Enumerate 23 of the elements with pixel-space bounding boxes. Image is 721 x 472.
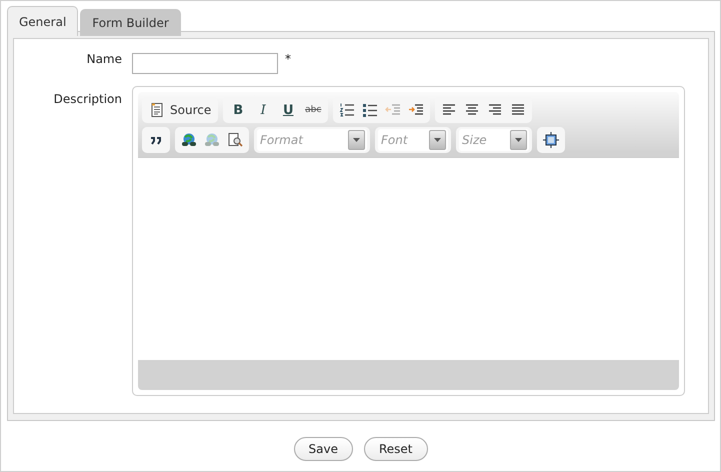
bold-button[interactable]: B (226, 99, 250, 121)
field-label: Name (86, 52, 122, 66)
tab[interactable]: Form Builder (80, 9, 181, 36)
image-icon (227, 132, 243, 148)
source-button[interactable]: Source (145, 99, 216, 121)
required-mark: * (285, 52, 291, 66)
globe-link-icon (181, 132, 197, 148)
maximize-icon (543, 132, 559, 148)
globe-link-icon (204, 132, 220, 148)
form-button[interactable]: Reset (364, 437, 428, 461)
form-button[interactable]: Save (294, 437, 353, 461)
field-label: Description (54, 92, 122, 106)
bullet-list-icon (362, 102, 378, 118)
name-field[interactable] (132, 53, 278, 74)
caret-icon (510, 130, 527, 150)
caret-icon (429, 130, 446, 150)
document-icon (149, 102, 165, 118)
numbered-list-icon (339, 102, 356, 118)
strike-button[interactable]: abc (301, 99, 326, 121)
underline-button[interactable]: U (276, 99, 300, 121)
tab[interactable]: General (7, 6, 78, 36)
caret-icon (348, 130, 365, 150)
italic-button[interactable]: I (251, 99, 276, 121)
